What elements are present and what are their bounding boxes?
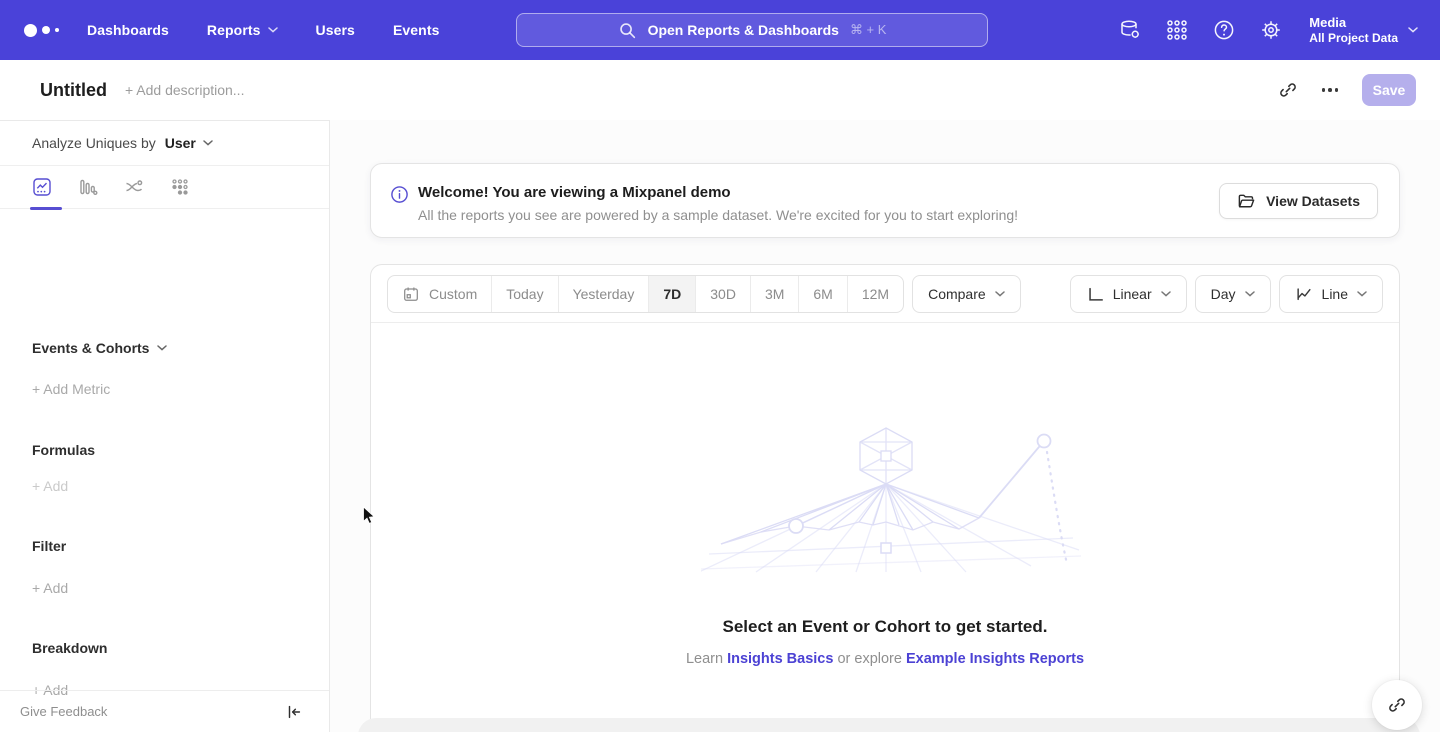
view-datasets-button[interactable]: View Datasets — [1219, 183, 1378, 219]
tab-flows-icon[interactable] — [124, 177, 144, 197]
banner-subtitle: All the reports you see are powered by a… — [418, 207, 1018, 223]
add-description-field[interactable]: + Add description... — [125, 82, 244, 98]
analyze-uniques-row: Analyze Uniques by User — [0, 121, 329, 166]
chevron-down-icon — [1161, 291, 1171, 297]
report-card: Custom Today Yesterday 7D 30D 3M 6M 12M … — [370, 264, 1400, 732]
search-shortcut: ⌘ + K — [850, 22, 887, 38]
data-management-icon[interactable] — [1118, 18, 1142, 42]
apps-grid-icon[interactable] — [1165, 18, 1189, 42]
primary-nav: Dashboards Reports Users Events — [87, 22, 439, 38]
report-header: Untitled + Add description... Save — [0, 60, 1440, 120]
copy-link-icon[interactable] — [1278, 80, 1298, 100]
settings-gear-icon[interactable] — [1259, 18, 1283, 42]
date-range-6m[interactable]: 6M — [798, 276, 846, 312]
banner-title: Welcome! You are viewing a Mixpanel demo — [418, 184, 731, 201]
more-options-button[interactable] — [1320, 84, 1341, 96]
nav-events[interactable]: Events — [393, 22, 440, 38]
analyze-unit-dropdown[interactable]: User — [165, 135, 213, 151]
chevron-down-icon — [1408, 27, 1418, 33]
chart-display-controls: Linear Day Line — [1070, 275, 1383, 313]
collapse-sidebar-icon[interactable] — [285, 703, 303, 721]
welcome-banner: Welcome! You are viewing a Mixpanel demo… — [370, 163, 1400, 238]
chevron-down-icon — [268, 27, 278, 33]
help-icon[interactable] — [1212, 18, 1236, 42]
chevron-down-icon — [1245, 291, 1255, 297]
date-range-30d[interactable]: 30D — [695, 276, 750, 312]
tab-insights-icon[interactable] — [32, 177, 52, 197]
report-title[interactable]: Untitled — [40, 80, 107, 101]
date-range-custom[interactable]: Custom — [388, 276, 491, 312]
visualization-tabs — [0, 166, 329, 209]
calendar-icon — [402, 285, 420, 303]
save-button[interactable]: Save — [1362, 74, 1416, 106]
line-chart-icon — [1295, 285, 1313, 303]
link-icon — [1387, 695, 1407, 715]
query-builder-sidebar: Analyze Uniques by User Events & Cohorts… — [0, 120, 330, 732]
search-icon — [618, 21, 637, 40]
share-link-fab[interactable] — [1372, 680, 1422, 730]
mixpanel-logo[interactable] — [24, 24, 59, 37]
empty-state-subtitle: Learn Insights Basics or explore Example… — [371, 651, 1399, 667]
analyze-label: Analyze Uniques by — [32, 135, 156, 151]
date-range-today[interactable]: Today — [491, 276, 557, 312]
filter-header: Filter — [32, 538, 66, 554]
results-panel-peek — [358, 718, 1420, 732]
add-filter-button[interactable]: + Add — [32, 580, 68, 596]
search-placeholder: Open Reports & Dashboards — [648, 22, 839, 38]
date-range-12m[interactable]: 12M — [847, 276, 903, 312]
linear-axes-icon — [1086, 285, 1104, 303]
chevron-down-icon — [995, 291, 1005, 297]
events-cohorts-header[interactable]: Events & Cohorts — [32, 340, 167, 356]
empty-state-title: Select an Event or Cohort to get started… — [371, 617, 1399, 637]
nav-right-cluster: Media All Project Data — [1118, 0, 1440, 60]
scale-dropdown[interactable]: Linear — [1070, 275, 1187, 313]
folder-icon — [1237, 192, 1256, 211]
compare-dropdown[interactable]: Compare — [912, 275, 1021, 313]
granularity-dropdown[interactable]: Day — [1195, 275, 1271, 313]
date-range-3m[interactable]: 3M — [750, 276, 798, 312]
example-insights-reports-link[interactable]: Example Insights Reports — [906, 651, 1084, 667]
nav-users[interactable]: Users — [316, 22, 355, 38]
formulas-header: Formulas — [32, 442, 95, 458]
tab-retention-icon[interactable] — [170, 177, 190, 197]
chart-toolbar: Custom Today Yesterday 7D 30D 3M 6M 12M … — [371, 265, 1399, 323]
chevron-down-icon — [1357, 291, 1367, 297]
info-icon — [390, 185, 409, 204]
breakdown-header: Breakdown — [32, 640, 107, 656]
date-range-yesterday[interactable]: Yesterday — [558, 276, 649, 312]
chevron-down-icon — [203, 140, 213, 146]
add-metric-button[interactable]: + Add Metric — [32, 381, 110, 397]
chart-type-dropdown[interactable]: Line — [1279, 275, 1383, 313]
add-formula-button[interactable]: + Add — [32, 478, 68, 494]
global-search-button[interactable]: Open Reports & Dashboards ⌘ + K — [516, 13, 988, 47]
main-content: Welcome! You are viewing a Mixpanel demo… — [330, 120, 1440, 732]
date-range-7d[interactable]: 7D — [648, 276, 695, 312]
insights-basics-link[interactable]: Insights Basics — [727, 651, 833, 667]
project-switcher[interactable]: Media All Project Data — [1309, 15, 1418, 46]
date-range-segmented-control: Custom Today Yesterday 7D 30D 3M 6M 12M — [387, 275, 904, 313]
nav-reports[interactable]: Reports — [207, 22, 278, 38]
project-name: Media — [1309, 15, 1398, 31]
sidebar-footer: Give Feedback — [0, 690, 329, 732]
project-env: All Project Data — [1309, 31, 1398, 46]
empty-state-illustration — [701, 426, 1081, 576]
active-tab-indicator — [30, 207, 62, 210]
nav-dashboards[interactable]: Dashboards — [87, 22, 169, 38]
chevron-down-icon — [157, 345, 167, 351]
tab-bar-chart-icon[interactable] — [78, 177, 98, 197]
top-nav: Dashboards Reports Users Events Open Rep… — [0, 0, 1440, 60]
report-header-actions: Save — [1278, 74, 1440, 106]
give-feedback-link[interactable]: Give Feedback — [20, 704, 107, 719]
